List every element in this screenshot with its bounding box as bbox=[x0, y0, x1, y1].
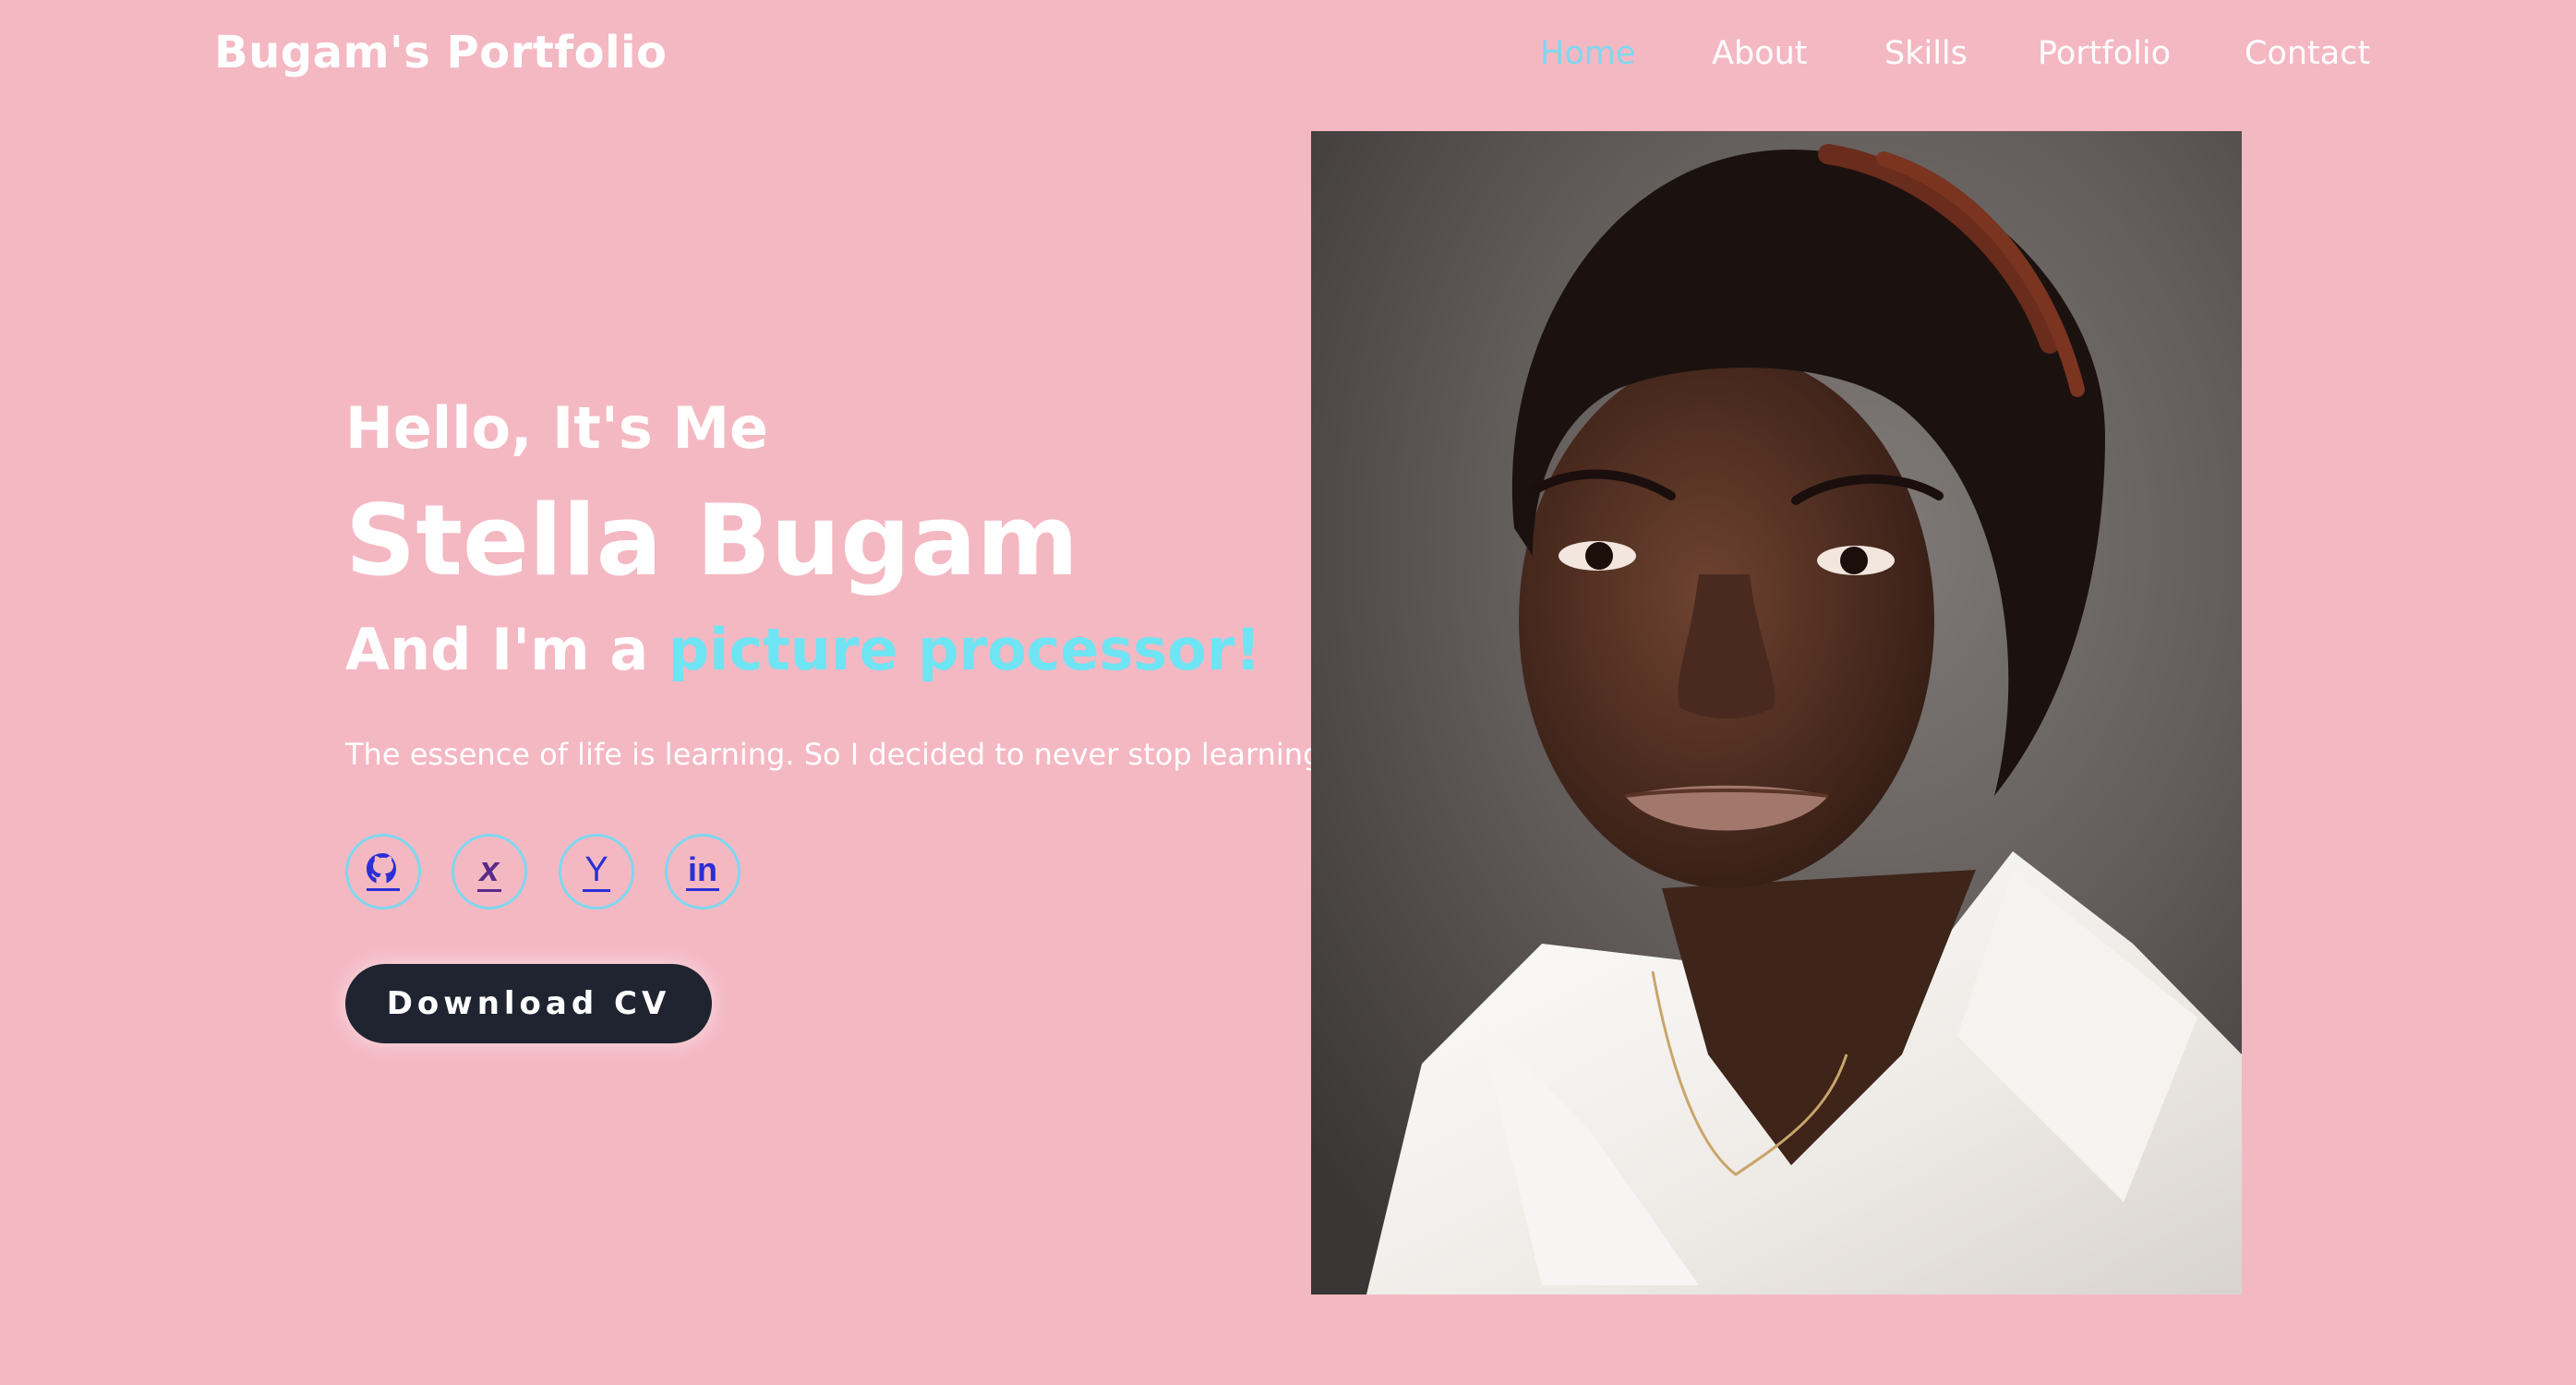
nav-link-contact[interactable]: Contact bbox=[2245, 35, 2370, 72]
hero-role: And I'm a picture processor! bbox=[345, 616, 1261, 683]
linkedin-link[interactable]: in bbox=[665, 834, 740, 909]
social-links: x Y in bbox=[345, 834, 770, 909]
hero-role-prefix: And I'm a bbox=[345, 616, 668, 683]
download-cv-button[interactable]: Download CV bbox=[345, 964, 712, 1043]
hero-name: Stella Bugam bbox=[345, 484, 1079, 597]
hero-tagline: The essence of life is learning. So I de… bbox=[345, 737, 1334, 772]
hero-greeting: Hello, It's Me bbox=[345, 394, 769, 462]
profile-photo bbox=[1311, 131, 2242, 1295]
github-icon bbox=[363, 849, 403, 894]
nav-link-home[interactable]: Home bbox=[1540, 35, 1635, 72]
nav-link-skills[interactable]: Skills bbox=[1884, 35, 1968, 72]
hero-section: Hello, It's Me Stella Bugam And I'm a pi… bbox=[345, 0, 1333, 1385]
ycombinator-link[interactable]: Y bbox=[559, 834, 634, 909]
xing-link[interactable]: x bbox=[451, 834, 527, 909]
linkedin-icon: in bbox=[686, 852, 719, 891]
nav-link-about[interactable]: About bbox=[1712, 35, 1807, 72]
ycombinator-icon: Y bbox=[583, 852, 610, 892]
nav-link-portfolio[interactable]: Portfolio bbox=[2038, 35, 2171, 72]
hero-role-highlight: picture processor! bbox=[668, 616, 1261, 683]
xing-icon: x bbox=[477, 852, 501, 892]
github-link[interactable] bbox=[345, 834, 421, 909]
